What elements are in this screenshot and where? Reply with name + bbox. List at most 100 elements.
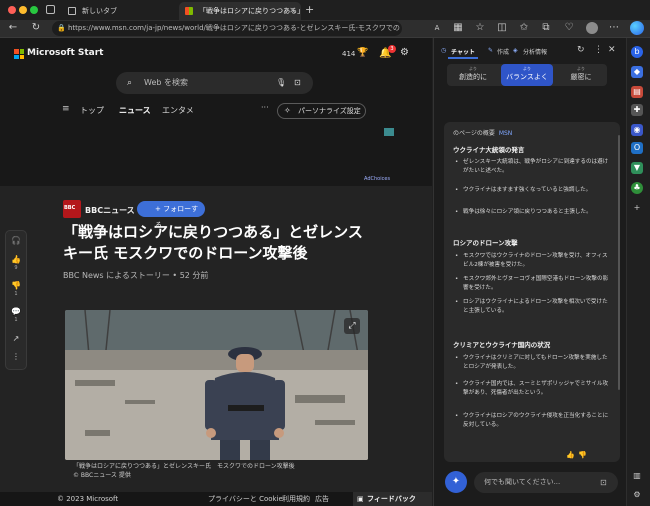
dislike-icon[interactable]: 👎 [6,281,26,290]
summary-bullet: モスクワではウクライナのドローン攻撃を受け、オフィスビル2棟が被害を受けた。 [455,252,611,269]
rewards-trophy-icon[interactable]: 🏆 [357,48,368,58]
sidebar-tab-chat-icon: ◷ [441,47,447,54]
feedback-button[interactable]: ▣ フィードバック [353,492,432,506]
thumbs-up-icon[interactable]: 👍 [566,451,575,459]
nav-entertainment[interactable]: エンタメ [162,105,194,116]
privacy-link[interactable]: プライバシーと Cookie [208,492,283,506]
nav-top[interactable]: トップ [80,105,104,116]
mode-prefix: より [577,66,585,71]
ads-link[interactable]: 広告 [315,492,329,506]
rewards-points[interactable]: 414 [342,50,355,58]
terms-link[interactable]: 利用規約 [282,492,310,506]
browser-essentials-icon[interactable]: ♡ [563,22,575,34]
extensions-icon[interactable]: ▦ [452,22,464,34]
microphone-icon[interactable]: 🎙 [276,72,286,94]
search-input[interactable]: ⌕ Web を検索 🎙 ⊡ [116,72,313,94]
image-search-icon[interactable]: ⊡ [600,472,607,493]
follow-button[interactable]: + フォローする [137,201,205,229]
favorite-star-icon[interactable]: ☆ [474,22,486,34]
new-tab-button[interactable]: + [305,3,314,16]
hamburger-menu-icon[interactable]: ≡ [62,104,70,114]
rail-copilot-icon[interactable]: b [631,46,643,58]
photo-caption: 「戦争はロシアに戻りつつある」とゼレンスキー氏 モスクワでのドローン攻撃後 © … [73,462,373,480]
more-options-icon[interactable]: ⋮ [6,352,26,361]
article-headline: 「戦争はロシアに戻りつつある」とゼレンスキー氏 モスクワでのドローン攻撃後 [63,223,363,262]
rail-settings-icon[interactable]: ⚙ [631,489,643,501]
feedback-label: フィードバック [367,495,416,503]
section-title: クリミアとウクライナ国内の状況 [453,341,551,349]
tab-new-tab[interactable]: 新しいタブ [62,2,175,20]
personalize-icon: ✧ [284,106,291,115]
bbc-logo: BBC [63,200,81,218]
listen-headphones-icon[interactable]: 🎧 [6,236,26,245]
mode-label: 創造的に [459,73,487,81]
read-aloud-icon[interactable]: A [431,22,443,34]
personalize-label: パーソナライズ設定 [298,107,361,115]
sidebar-tab-compose-icon: ✎ [488,47,494,54]
nav-news[interactable]: ニュース [119,105,151,116]
rail-outlook-icon[interactable]: O [631,142,643,154]
section-title: ウクライナ大統領の発言 [453,146,525,154]
like-icon[interactable]: 👍 [6,255,26,264]
tab-label: 新しいタブ [82,7,117,15]
refresh-chat-icon[interactable]: ↻ [577,45,585,55]
collections-icon[interactable]: ⧉ [540,22,552,34]
mode-creative[interactable]: より 創造的に [447,64,499,86]
address-bar[interactable]: 🔒 https://www.msn.com/ja-jp/news/world/戦… [52,21,402,36]
chat-input[interactable]: 何でも聞いてください... ⊡ [474,472,618,493]
back-icon[interactable]: ← [7,22,19,34]
copilot-icon[interactable] [630,21,644,35]
summary-bullet: ウクライナはクリミアに対してもドローン攻撃を実施したとロシアが発表した。 [455,354,611,371]
summary-bullet: ゼレンスキー大統領は、戦争がロシアに到達するのは避けがたいと述べた。 [455,158,611,175]
rail-layout-icon[interactable]: ▥ [631,470,643,482]
brand-title[interactable]: Microsoft Start [27,48,104,58]
close-tab-icon[interactable]: ✕ [289,2,296,20]
rail-drop-icon[interactable]: ▼ [631,162,643,174]
settings-gear-icon[interactable]: ⚙ [400,47,409,58]
summary-scrollbar[interactable] [618,135,620,390]
sidebar-close-icon[interactable]: ✕ [608,45,616,55]
rail-tools-icon[interactable]: ✚ [631,104,643,116]
personalize-button[interactable]: ✧ パーソナライズ設定 [277,103,366,119]
visual-search-icon[interactable]: ⊡ [294,72,301,94]
split-screen-icon[interactable]: ◫ [496,22,508,34]
summary-bullet: ウクライナはますます強くなっていると強調した。 [455,186,611,195]
copyright: © 2023 Microsoft [57,495,119,503]
sidebar-tab-compose[interactable]: 作成 [497,47,509,56]
tab-actions-icon[interactable] [46,5,55,14]
article-photo[interactable] [65,310,368,460]
source-name[interactable]: BBCニュース [85,205,135,216]
ad-placeholder[interactable] [384,128,394,136]
refresh-icon[interactable]: ↻ [30,22,42,34]
tab-article[interactable]: 「戦争はロシアに戻りつつある」とゼレ… ✕ [179,2,301,20]
comment-icon[interactable]: 💬 [6,307,26,316]
maximize-window-button[interactable] [30,6,38,14]
mode-precise[interactable]: より 厳密に [555,64,607,86]
like-count: 9 [14,265,18,271]
rail-shopping-icon[interactable]: ▤ [631,86,643,98]
mode-prefix: より [523,66,531,71]
rail-games-icon[interactable]: ◉ [631,124,643,136]
adchoices-link[interactable]: AdChoices [364,176,390,182]
sidebar-tab-insights[interactable]: 分析情報 [523,47,547,56]
mode-balanced[interactable]: より バランスよく [501,64,553,86]
summary-source-link[interactable]: MSN [499,130,512,137]
expand-image-icon[interactable]: ⤢ [344,318,360,334]
rail-tag-icon[interactable]: ◆ [631,66,643,78]
sidebar-more-icon[interactable]: ⋮ [594,45,603,55]
more-menu-icon[interactable]: ⋯ [608,22,620,34]
minimize-window-button[interactable] [19,6,27,14]
close-window-button[interactable] [8,6,16,14]
article-byline: BBC News によるストーリー • 52 分前 [63,271,209,280]
profile-avatar[interactable] [586,22,598,34]
tab-label: 「戦争はロシアに戻りつつある」とゼレ… [199,7,301,15]
new-topic-broom-icon[interactable]: ✦ [445,471,467,493]
share-icon[interactable]: ↗ [6,334,26,343]
thumbs-down-icon[interactable]: 👎 [578,451,587,459]
comment-count: 1 [14,317,18,323]
rail-tree-icon[interactable]: ♣ [631,182,643,194]
rail-add-icon[interactable]: + [631,202,643,214]
nav-more[interactable]: ··· [261,103,269,112]
sidebar-tab-chat[interactable]: チャット [451,47,475,56]
favorites-icon[interactable]: ✩ [518,22,530,34]
